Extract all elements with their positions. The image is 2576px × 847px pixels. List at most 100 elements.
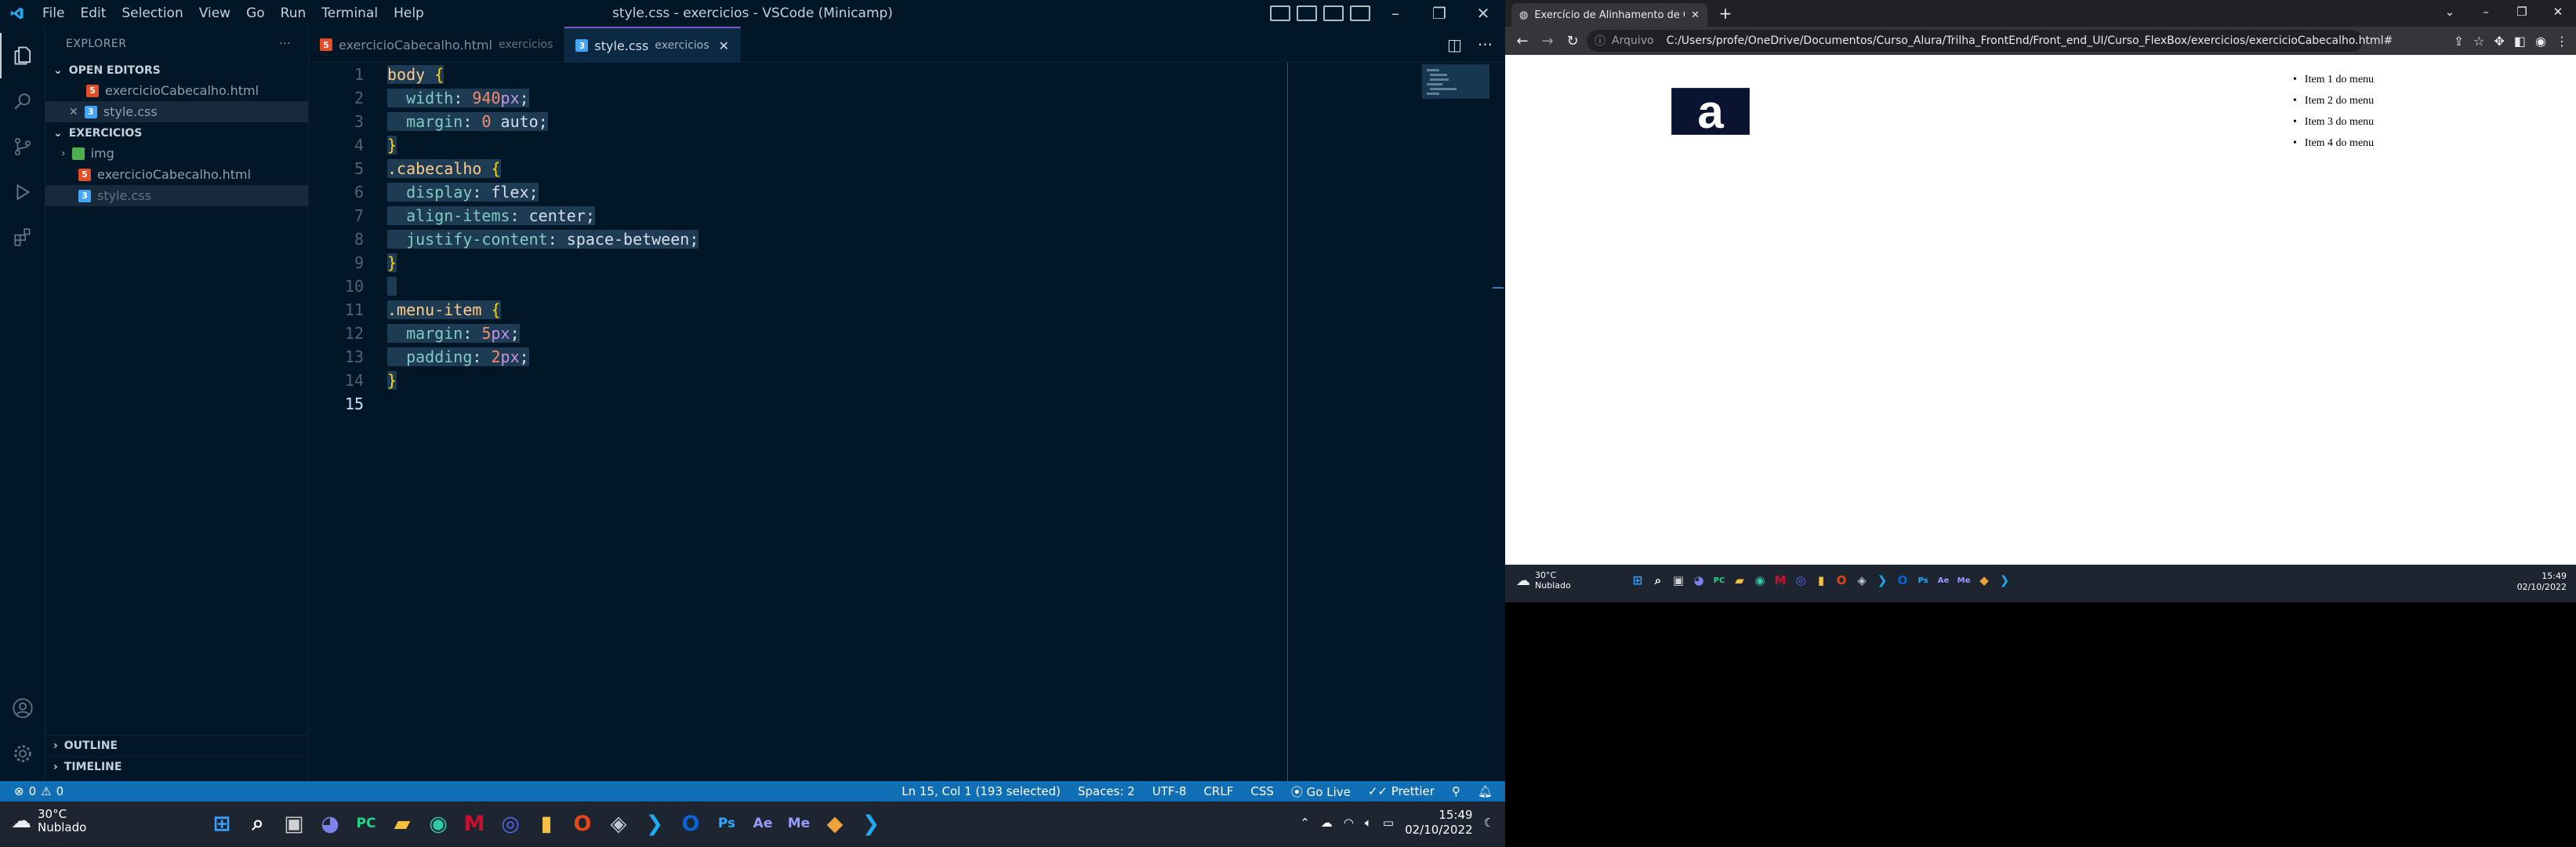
code-line[interactable]: body {: [387, 63, 698, 86]
toggle-panel-icon[interactable]: [1297, 5, 1317, 21]
task-view-icon[interactable]: ▣: [1668, 572, 1689, 589]
restore-icon[interactable]: ❐: [2504, 0, 2540, 24]
end-of-line[interactable]: CRLF: [1203, 784, 1233, 798]
code-line[interactable]: margin: 5px;: [387, 322, 698, 345]
minimap[interactable]: [1422, 64, 1489, 99]
weather-widget[interactable]: ☁ 30°C Nublado: [1516, 570, 1571, 591]
side-panel-icon[interactable]: ◧: [2514, 34, 2526, 49]
info-icon[interactable]: ⓘ: [1595, 33, 1605, 49]
workspace-folder-section[interactable]: ⌄ EXERCICIOS: [45, 124, 308, 143]
explorer-icon[interactable]: [0, 33, 45, 78]
menu-help[interactable]: Help: [386, 0, 432, 27]
start-icon[interactable]: ⊞: [1627, 572, 1648, 589]
focus-moon-icon[interactable]: ☾: [1484, 816, 1494, 830]
run-debug-icon[interactable]: [0, 169, 45, 215]
menu-edit[interactable]: Edit: [72, 0, 114, 27]
share-icon[interactable]: ⇪: [2454, 34, 2464, 49]
office-icon[interactable]: O: [564, 809, 600, 838]
code-line[interactable]: }: [387, 251, 698, 274]
menu-run[interactable]: Run: [273, 0, 314, 27]
tab-html[interactable]: 5 exercicioCabecalho.html exercicios: [309, 27, 565, 63]
photoshop-icon[interactable]: Ps: [709, 809, 745, 838]
open-editors-section[interactable]: ⌄ OPEN EDITORS: [45, 61, 308, 80]
incognito-icon[interactable]: ◈: [1852, 572, 1872, 589]
search-icon[interactable]: ⌕: [240, 809, 276, 838]
close-icon[interactable]: ✕: [2540, 0, 2576, 24]
cursor-position[interactable]: Ln 15, Col 1 (193 selected): [902, 784, 1061, 798]
clock[interactable]: 15:49 02/10/2022: [2517, 571, 2567, 593]
vscode-2-icon[interactable]: ❯: [1994, 572, 2015, 589]
outlook-icon[interactable]: O: [1892, 572, 1913, 589]
vscode-icon[interactable]: ❯: [1872, 572, 1892, 589]
git-icon[interactable]: ◆: [817, 809, 853, 838]
media-encoder-icon[interactable]: Me: [1954, 572, 1974, 589]
settings-gear-icon[interactable]: [0, 731, 45, 776]
search-icon[interactable]: ⌕: [1648, 572, 1668, 589]
minimize-icon[interactable]: –: [1373, 0, 1417, 27]
search-icon[interactable]: [0, 78, 45, 124]
notifications-bell-icon[interactable]: 🔔︎: [1478, 784, 1493, 798]
menu-terminal[interactable]: Terminal: [314, 0, 386, 27]
chevron-up-icon[interactable]: ⌃: [1300, 816, 1310, 830]
menu-file[interactable]: File: [34, 0, 72, 27]
git-icon[interactable]: ◆: [1974, 572, 1994, 589]
menu-go[interactable]: Go: [238, 0, 273, 27]
restore-icon[interactable]: ❐: [1417, 0, 1461, 27]
code-line[interactable]: display: flex;: [387, 180, 698, 204]
back-arrow-icon[interactable]: ←: [1511, 30, 1533, 52]
code-line[interactable]: }: [387, 133, 698, 157]
mcafee-icon[interactable]: M: [1770, 572, 1791, 589]
site-logo[interactable]: a: [1671, 85, 1750, 138]
close-tab-icon[interactable]: ✕: [1691, 9, 1700, 21]
toggle-sidebar-icon[interactable]: [1270, 5, 1290, 21]
vscode-icon[interactable]: ❯: [637, 809, 673, 838]
vscode-2-icon[interactable]: ❯: [853, 809, 889, 838]
after-effects-icon[interactable]: Ae: [745, 809, 781, 838]
tree-item-html[interactable]: 5 exercicioCabecalho.html: [45, 164, 308, 185]
task-view-icon[interactable]: ▣: [276, 809, 312, 838]
code-line[interactable]: justify-content: space-between;: [387, 227, 699, 251]
mcafee-icon[interactable]: M: [456, 809, 492, 838]
encoding[interactable]: UTF-8: [1152, 784, 1187, 798]
close-editor-icon[interactable]: ✕: [69, 106, 78, 118]
problems-indicator[interactable]: ⊗ 0 ⚠ 0: [14, 784, 63, 798]
timeline-section[interactable]: › TIMELINE: [45, 756, 309, 777]
start-icon[interactable]: ⊞: [204, 809, 240, 838]
file-explorer-icon[interactable]: ▰: [384, 809, 420, 838]
address-url[interactable]: C:/Users/profe/OneDrive/Documentos/Curso…: [1667, 35, 2393, 47]
office-icon[interactable]: O: [1831, 572, 1852, 589]
volume-icon[interactable]: 🔈︎: [1365, 816, 1372, 830]
code-line[interactable]: padding: 2px;: [387, 345, 698, 369]
code-line[interactable]: .menu-item {: [387, 298, 698, 322]
split-editor-icon[interactable]: ◫: [1447, 35, 1462, 54]
more-actions-icon[interactable]: ···: [279, 38, 291, 50]
tree-item-css[interactable]: 3 style.css: [45, 185, 308, 206]
open-editor-item-css[interactable]: ✕ 3 style.css: [45, 101, 308, 122]
code-line[interactable]: .cabecalho {: [387, 157, 698, 180]
reload-icon[interactable]: ↻: [1562, 30, 1584, 52]
onedrive-cloud-icon[interactable]: ☁: [1321, 816, 1333, 830]
code-line[interactable]: [387, 392, 698, 416]
photoshop-icon[interactable]: Ps: [1913, 572, 1933, 589]
wifi-icon[interactable]: ◠: [1344, 816, 1354, 830]
menu-item[interactable]: Item 4 do menu: [2293, 133, 2374, 154]
clock[interactable]: 15:49 02/10/2022: [1405, 808, 1472, 838]
forward-arrow-icon[interactable]: →: [1537, 30, 1558, 52]
file-explorer-icon[interactable]: ▰: [1729, 572, 1750, 589]
menu-item[interactable]: Item 2 do menu: [2293, 90, 2374, 111]
indentation[interactable]: Spaces: 2: [1078, 784, 1135, 798]
incognito-icon[interactable]: ◈: [600, 809, 637, 838]
close-icon[interactable]: ✕: [1461, 0, 1505, 27]
new-tab-icon[interactable]: +: [1715, 3, 1736, 24]
accounts-status-icon[interactable]: ⚲: [1452, 784, 1460, 798]
toggle-secondary-sidebar-icon[interactable]: [1323, 5, 1344, 21]
notes-icon[interactable]: ▮: [1811, 572, 1831, 589]
chrome-menu-icon[interactable]: ⋮: [2556, 34, 2568, 49]
outlook-icon[interactable]: O: [673, 809, 709, 838]
battery-icon[interactable]: ▭: [1383, 816, 1394, 830]
pycharm-icon[interactable]: PC: [348, 809, 384, 838]
outline-section[interactable]: › OUTLINE: [45, 735, 309, 756]
discord-icon[interactable]: ◎: [1791, 572, 1811, 589]
customize-layout-icon[interactable]: [1350, 5, 1370, 21]
code-line[interactable]: align-items: center;: [387, 204, 698, 227]
